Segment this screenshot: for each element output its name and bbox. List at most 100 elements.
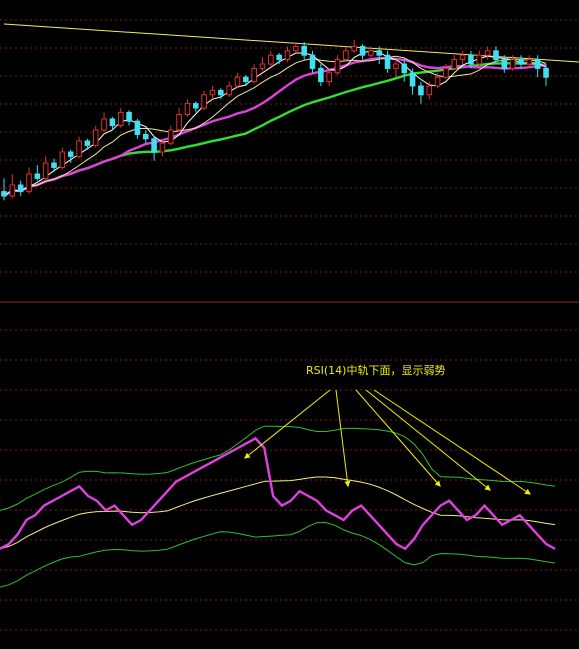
rsi-lower-band: [0, 522, 556, 588]
candle-body: [334, 59, 341, 74]
candle: [543, 64, 549, 86]
candle-body: [184, 103, 191, 116]
candle-body: [309, 54, 316, 69]
candle: [251, 64, 257, 84]
candle-body: [92, 129, 99, 146]
price-panel: [1, 23, 579, 201]
candle: [34, 165, 41, 181]
candle-body: [359, 45, 366, 56]
candle: [234, 72, 241, 89]
candle-body: [393, 63, 399, 69]
candle: [318, 64, 324, 86]
candle-body: [409, 72, 416, 87]
candle-body: [101, 118, 107, 131]
chart-stage: RSI(14)中轨下面，显示弱势: [0, 0, 579, 649]
candle-body: [192, 103, 199, 109]
candle-body: [301, 45, 307, 56]
candle-body: [276, 54, 282, 61]
candle: [393, 59, 399, 78]
candle: [201, 90, 207, 111]
candle-body: [418, 85, 424, 96]
candle: [409, 68, 416, 95]
candle: [17, 180, 24, 196]
candle-body: [167, 129, 174, 144]
candle: [226, 81, 232, 97]
candle-body: [26, 173, 32, 193]
candle-body: [209, 89, 216, 96]
candle-body: [176, 114, 182, 131]
candle-body: [218, 89, 224, 96]
candle: [359, 44, 366, 60]
candle: [243, 75, 249, 86]
candle-body: [59, 151, 66, 168]
candle-body: [434, 76, 441, 87]
trendline: [3, 23, 579, 63]
candle-body: [201, 94, 207, 109]
candle: [284, 46, 291, 62]
candle: [451, 55, 458, 71]
candle-body: [234, 76, 241, 87]
candle: [142, 130, 149, 144]
candle-body: [476, 54, 483, 65]
candle-body: [326, 72, 332, 83]
candle-body: [509, 59, 516, 69]
candle: [384, 50, 391, 73]
candle-body: [117, 111, 124, 127]
candle-body: [518, 59, 524, 65]
annotation-label: RSI(14)中轨下面，显示弱势: [306, 363, 445, 377]
candle-body: [318, 67, 324, 83]
candle: [92, 125, 99, 148]
candle-body: [468, 54, 474, 65]
annotation-arrow: [365, 389, 491, 491]
candle: [26, 167, 32, 194]
annotation-arrow: [244, 389, 331, 459]
ma-fast-line: [3, 50, 547, 197]
candle: [209, 86, 216, 100]
candle: [9, 174, 16, 199]
candle-body: [259, 63, 266, 69]
rsi-mid-band: [0, 476, 556, 550]
ma-mid-line: [3, 56, 547, 198]
candle: [134, 119, 141, 139]
candle-body: [368, 50, 374, 56]
candle-body: [42, 162, 49, 179]
candle: [351, 39, 358, 53]
candle-body: [268, 54, 274, 65]
candle-body: [376, 50, 383, 56]
candle-body: [51, 162, 57, 168]
stock-chart: RSI(14)中轨下面，显示弱势: [0, 19, 579, 631]
candle: [59, 147, 66, 170]
candle: [167, 125, 174, 146]
candle: [184, 99, 191, 117]
candle-body: [109, 118, 116, 127]
candle: [418, 81, 424, 104]
candle: [76, 136, 82, 159]
candle: [151, 136, 157, 161]
ma-long-line: [3, 62, 547, 198]
candle-body: [226, 85, 232, 96]
candle-body: [401, 63, 408, 74]
annotation-arrow: [335, 389, 351, 488]
candle: [476, 50, 483, 67]
candle-body: [76, 140, 82, 157]
candle: [343, 46, 349, 62]
candle-body: [459, 54, 466, 61]
candle-body: [159, 142, 166, 153]
candle: [192, 101, 199, 113]
annotation-arrows: [244, 389, 531, 495]
rsi-grid: [0, 329, 579, 631]
candle-body: [151, 138, 157, 153]
annotation-arrow: [355, 389, 441, 487]
candle: [268, 50, 274, 67]
candle-body: [343, 50, 349, 61]
candle-body: [84, 140, 91, 146]
rsi-upper-band: [0, 425, 556, 511]
candle-body: [142, 133, 149, 140]
candle-body: [9, 184, 16, 197]
candle: [42, 156, 49, 181]
candle-body: [67, 151, 74, 157]
candle: [334, 55, 341, 75]
candle: [518, 55, 524, 69]
candle-body: [534, 59, 541, 69]
candle: [101, 112, 107, 133]
